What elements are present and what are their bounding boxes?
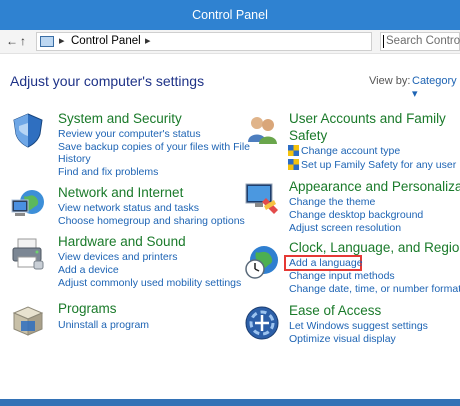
category-title-user-accounts[interactable]: User Accounts and Family [289,111,446,127]
page-title: Adjust your computer's settings [10,73,205,89]
link-save-backup[interactable]: Save backup copies of your files with Fi… [58,141,250,153]
category-title-system-security[interactable]: System and Security [58,111,182,127]
clock-globe-icon[interactable] [244,244,280,280]
view-by-dropdown[interactable]: Category ▾ [412,75,460,100]
breadcrumb-control-panel[interactable]: Control Panel [71,35,141,47]
breadcrumb-separator-icon[interactable]: ▸ [59,34,65,47]
link-add-device[interactable]: Add a device [58,264,119,276]
printer-icon[interactable] [10,235,46,271]
category-title-network-internet[interactable]: Network and Internet [58,185,183,201]
link-change-account-type[interactable]: Change account type [301,145,400,157]
category-title-programs[interactable]: Programs [58,301,117,317]
link-mobility-settings[interactable]: Adjust commonly used mobility settings [58,277,241,289]
link-desktop-background[interactable]: Change desktop background [289,209,423,221]
users-icon[interactable] [244,112,280,148]
link-review-status[interactable]: Review your computer's status [58,128,201,140]
link-optimize-display[interactable]: Optimize visual display [289,333,396,345]
window-titlebar: Control Panel [0,0,460,30]
ease-of-access-icon[interactable] [244,305,280,341]
category-title-clock-language[interactable]: Clock, Language, and Region [289,240,460,256]
search-input[interactable]: Search Control Pa [380,32,460,51]
link-input-methods[interactable]: Change input methods [289,270,395,282]
link-family-safety[interactable]: Set up Family Safety for any user [301,159,456,171]
link-add-language[interactable]: Add a language [289,257,363,269]
control-panel-icon [40,36,54,47]
link-network-status[interactable]: View network status and tasks [58,202,199,214]
link-devices-printers[interactable]: View devices and printers [58,251,177,263]
main-content: Adjust your computer's settings View by:… [0,55,460,406]
category-title-hardware-sound[interactable]: Hardware and Sound [58,234,186,250]
link-find-fix[interactable]: Find and fix problems [58,166,158,178]
category-title-appearance[interactable]: Appearance and Personalization [289,179,460,195]
link-uninstall-program[interactable]: Uninstall a program [58,319,149,331]
up-arrow-icon[interactable]: ↑ [20,34,26,48]
link-suggest-settings[interactable]: Let Windows suggest settings [289,320,428,332]
link-file-history[interactable]: History [58,153,91,165]
link-change-theme[interactable]: Change the theme [289,196,375,208]
link-date-time-formats[interactable]: Change date, time, or number formats [289,283,460,295]
link-screen-resolution[interactable]: Adjust screen resolution [289,222,401,234]
programs-icon[interactable] [10,303,46,339]
text-caret [383,35,384,48]
appearance-icon[interactable] [244,180,280,216]
view-by-label: View by: [369,75,411,87]
navigation-bar: ← ↑ ▸ Control Panel ▸ Search Control Pa [0,30,460,54]
window-bottom-border [0,399,460,406]
back-arrow-icon[interactable]: ← [6,34,18,48]
window-title: Control Panel [192,8,268,22]
search-placeholder: Search Control Pa [386,35,460,47]
link-homegroup[interactable]: Choose homegroup and sharing options [58,215,245,227]
shield-icon[interactable] [10,112,46,148]
network-icon[interactable] [10,186,46,222]
address-bar[interactable]: ▸ Control Panel ▸ [36,32,372,51]
uac-shield-icon [288,159,299,170]
uac-shield-icon [288,145,299,156]
category-title-user-accounts-line2[interactable]: Safety [289,128,327,144]
category-title-ease-of-access[interactable]: Ease of Access [289,303,381,319]
breadcrumb-separator-icon[interactable]: ▸ [145,34,151,47]
